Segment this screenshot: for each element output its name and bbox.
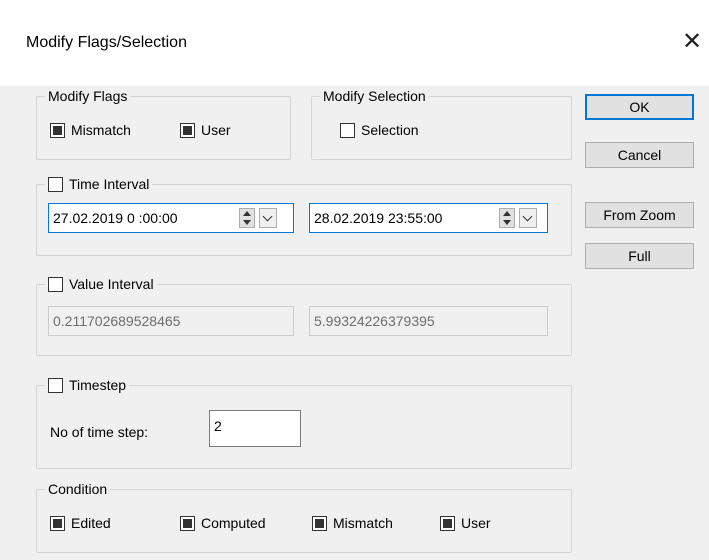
checkbox-box [48, 176, 63, 192]
condition-user-label: User [461, 515, 491, 531]
timestep-checkbox[interactable]: Timestep [45, 376, 130, 394]
condition-computed-label: Computed [201, 515, 266, 531]
checkbox-box [440, 515, 455, 531]
time-start-value: 27.02.2019 0 :00:00 [53, 210, 178, 226]
from-zoom-button[interactable]: From Zoom [585, 202, 694, 228]
time-end-dropdown[interactable] [519, 208, 537, 228]
condition-legend: Condition [45, 480, 111, 498]
full-button[interactable]: Full [585, 243, 694, 269]
title-bar: Modify Flags/Selection ✕ [0, 0, 709, 86]
modify-flags-legend: Modify Flags [45, 87, 131, 105]
value-interval-label: Value Interval [69, 276, 154, 292]
selection-label: Selection [361, 122, 419, 138]
time-step-count-label: No of time step: [50, 424, 149, 440]
checkbox-box [180, 515, 195, 531]
time-step-count-value: 2 [214, 418, 222, 434]
time-interval-checkbox[interactable]: Time Interval [45, 175, 153, 193]
time-end-spinner[interactable] [499, 208, 515, 228]
time-start-field[interactable]: 27.02.2019 0 :00:00 [48, 203, 294, 233]
checkbox-box [50, 515, 65, 531]
condition-edited-label: Edited [71, 515, 111, 531]
checkbox-box [48, 377, 63, 393]
time-end-value: 28.02.2019 23:55:00 [314, 210, 443, 226]
ok-button[interactable]: OK [585, 94, 694, 120]
time-interval-label: Time Interval [69, 176, 150, 192]
time-start-spinner[interactable] [239, 208, 255, 228]
checkbox-box [340, 122, 355, 138]
checkbox-box [180, 122, 195, 138]
modify-selection-legend: Modify Selection [320, 87, 429, 105]
dialog-title: Modify Flags/Selection [26, 34, 187, 51]
value-min-value: 0.211702689528465 [53, 313, 181, 329]
checkbox-box [50, 122, 65, 138]
time-step-count-input[interactable]: 2 [209, 410, 301, 447]
checkbox-box [48, 276, 63, 292]
condition-mismatch-label: Mismatch [333, 515, 393, 531]
selection-checkbox[interactable]: Selection [340, 121, 419, 139]
value-min-field[interactable]: 0.211702689528465 [48, 306, 294, 336]
checkbox-box [312, 515, 327, 531]
value-max-value: 5.99324226379395 [314, 313, 435, 329]
flag-mismatch-label: Mismatch [71, 122, 131, 138]
value-max-field[interactable]: 5.99324226379395 [309, 306, 548, 336]
flag-mismatch-checkbox[interactable]: Mismatch [50, 121, 131, 139]
flag-user-label: User [201, 122, 231, 138]
condition-user-checkbox[interactable]: User [440, 514, 491, 532]
value-interval-checkbox[interactable]: Value Interval [45, 275, 157, 293]
time-start-dropdown[interactable] [259, 208, 277, 228]
condition-edited-checkbox[interactable]: Edited [50, 514, 111, 532]
flag-user-checkbox[interactable]: User [180, 121, 231, 139]
time-end-field[interactable]: 28.02.2019 23:55:00 [309, 203, 548, 233]
condition-computed-checkbox[interactable]: Computed [180, 514, 266, 532]
condition-mismatch-checkbox[interactable]: Mismatch [312, 514, 393, 532]
condition-group: Condition [36, 480, 572, 553]
timestep-label: Timestep [69, 377, 127, 393]
cancel-button[interactable]: Cancel [585, 142, 694, 168]
close-icon[interactable]: ✕ [680, 28, 704, 56]
